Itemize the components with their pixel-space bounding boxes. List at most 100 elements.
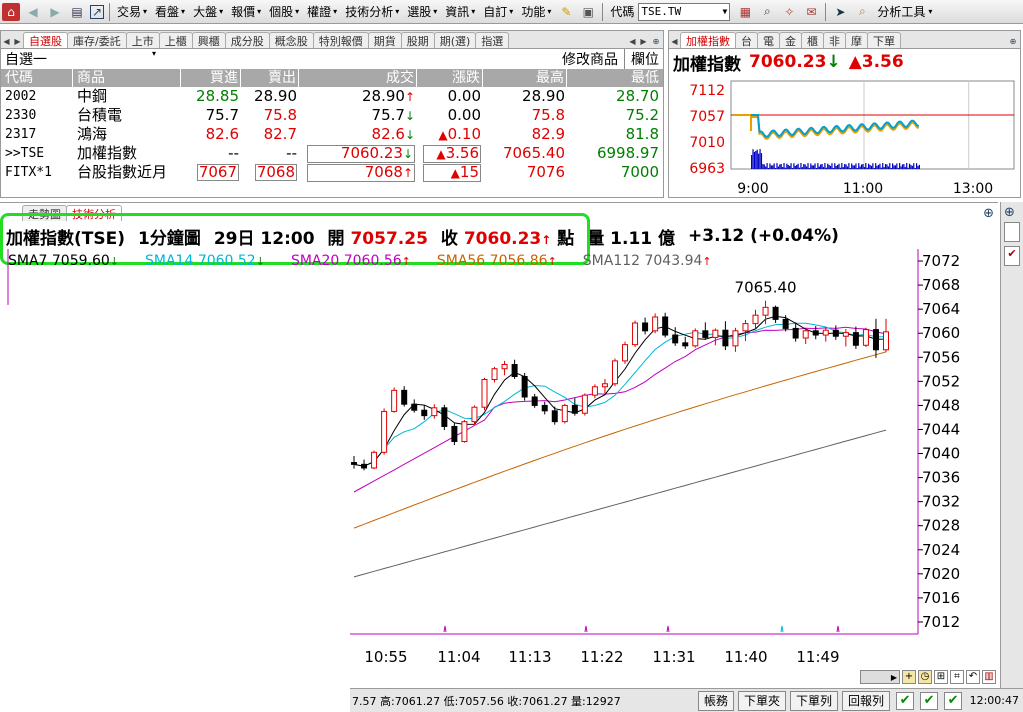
name-value: 鴻海 bbox=[77, 125, 108, 143]
menu-label: 自訂 bbox=[483, 5, 508, 19]
mini-tab-0[interactable]: 加權指數 bbox=[680, 32, 736, 48]
bar-chart-icon[interactable]: ▥ bbox=[982, 670, 996, 684]
tab-scroll-left-icon[interactable]: ◀ bbox=[669, 34, 680, 48]
header-name[interactable]: 商品 bbox=[73, 69, 181, 87]
clock-icon[interactable]: ◷ bbox=[918, 670, 932, 684]
candle bbox=[642, 317, 649, 335]
mini-tab-1[interactable]: 台 bbox=[735, 32, 758, 48]
watchlist-tab-9[interactable]: 股期 bbox=[400, 32, 435, 48]
menu-9[interactable]: 自訂 ▾ bbox=[479, 1, 517, 23]
mini-tab-4[interactable]: 櫃 bbox=[801, 32, 824, 48]
mini-volume-bar bbox=[782, 167, 784, 169]
header-code[interactable]: 代碼 bbox=[1, 69, 73, 87]
crosshair-icon[interactable]: ⊞ bbox=[934, 670, 948, 684]
menu-8[interactable]: 資訊 ▾ bbox=[441, 1, 479, 23]
table-row[interactable]: 2002 中鋼 28.85 28.90 28.90↑ 0.00 28.90 28.70 bbox=[1, 87, 663, 106]
group-selector[interactable]: 自選一 ▾ bbox=[1, 49, 176, 69]
table-row[interactable]: >>TSE 加權指數 -- -- 7060.23↓ ▲3.56 7065.40 6998.97 bbox=[1, 144, 663, 163]
header-bid[interactable]: 買進 bbox=[181, 69, 241, 87]
zoom-icon[interactable]: ⊕ bbox=[1004, 205, 1015, 220]
undo-icon[interactable]: ↶ bbox=[966, 670, 980, 684]
cell-low: 28.70 bbox=[567, 87, 663, 106]
tab-scroll-left-icon[interactable]: ◀ bbox=[1, 34, 12, 48]
zoom-icon[interactable]: ⊕ bbox=[983, 206, 994, 221]
check-icon[interactable]: ✔ bbox=[1004, 246, 1020, 266]
table-row[interactable]: 2317 鴻海 82.6 82.7 82.6↓ ▲0.10 82.9 81.8 bbox=[1, 125, 663, 144]
report-list-button[interactable]: 回報列 bbox=[842, 690, 891, 711]
account-button[interactable]: 帳務 bbox=[698, 690, 735, 711]
header-low[interactable]: 最低 bbox=[567, 69, 663, 87]
tab-scroll-right-icon[interactable]: ▶ bbox=[12, 34, 23, 48]
mini-tab-6[interactable]: 摩 bbox=[845, 32, 868, 48]
menu-7[interactable]: 選股 ▾ bbox=[403, 1, 441, 23]
zoom-icon[interactable]: ⊕ bbox=[649, 34, 663, 48]
analysis-tools-menu[interactable]: 分析工具 ▾ bbox=[873, 1, 936, 23]
header-ask[interactable]: 賣出 bbox=[241, 69, 299, 87]
menu-2[interactable]: 大盤 ▾ bbox=[189, 1, 227, 23]
chart-tab-1[interactable]: 技術分析 bbox=[66, 205, 122, 221]
back-icon[interactable]: ◀ bbox=[24, 3, 42, 21]
chart-tab-0[interactable]: 走勢圖 bbox=[22, 205, 67, 221]
header-high[interactable]: 最高 bbox=[483, 69, 567, 87]
window-icon[interactable]: ▣ bbox=[579, 3, 597, 21]
watchlist-tab-1[interactable]: 庫存/委託 bbox=[67, 32, 127, 48]
side-panel-button[interactable] bbox=[1004, 222, 1020, 242]
modify-items-button[interactable]: 修改商品 bbox=[562, 49, 618, 69]
cursor-icon[interactable]: ➤ bbox=[831, 3, 849, 21]
search-icon[interactable]: ⌕ bbox=[758, 3, 776, 21]
mini-tab-2[interactable]: 電 bbox=[757, 32, 780, 48]
order-folder-button[interactable]: 下單夾 bbox=[738, 690, 787, 711]
mini-volume-bar bbox=[765, 166, 767, 169]
home-icon[interactable]: ⌂ bbox=[2, 2, 20, 21]
watchlist-tab-5[interactable]: 成分股 bbox=[224, 32, 270, 48]
mini-volume-bar bbox=[846, 166, 849, 169]
menu-3[interactable]: 報價 ▾ bbox=[227, 1, 265, 23]
mini-tab-5[interactable]: 非 bbox=[823, 32, 846, 48]
watchlist-tab-7[interactable]: 特別報價 bbox=[312, 32, 369, 48]
chart-scrollbar[interactable]: ▶ bbox=[860, 670, 900, 684]
menu-4[interactable]: 個股 ▾ bbox=[265, 1, 303, 23]
header-last[interactable]: 成交 bbox=[299, 69, 417, 87]
forward-icon[interactable]: ▶ bbox=[46, 3, 64, 21]
order-list-button[interactable]: 下單列 bbox=[790, 690, 839, 711]
watchlist-tab-2[interactable]: 上市 bbox=[125, 32, 160, 48]
mini-tab-3[interactable]: 金 bbox=[779, 32, 802, 48]
popout-icon[interactable]: ↗ bbox=[90, 4, 104, 19]
magic-icon[interactable]: ✧ bbox=[780, 3, 798, 21]
menu-1[interactable]: 看盤 ▾ bbox=[151, 1, 189, 23]
table-row[interactable]: FITX*1 台股指數近月 7067 7068 7068↑ ▲15 7076 7000 bbox=[1, 163, 663, 182]
pen-icon[interactable]: ✎ bbox=[557, 3, 575, 21]
tab-scroll-right-icon[interactable]: ▶ bbox=[638, 34, 649, 48]
header-change[interactable]: 漲跌 bbox=[417, 69, 483, 87]
watchlist-tab-8[interactable]: 期貨 bbox=[367, 32, 402, 48]
watchlist-tab-0[interactable]: 自選股 bbox=[23, 32, 68, 48]
magnifier-icon[interactable]: ⌕ bbox=[853, 3, 871, 21]
candle bbox=[531, 393, 538, 408]
menu-5[interactable]: 權證 ▾ bbox=[303, 1, 341, 23]
chart-tool-icon[interactable]: ▦ bbox=[736, 3, 754, 21]
code-combobox[interactable]: TSE.TW ▼ bbox=[638, 2, 731, 21]
cell-chg: ▲15 bbox=[417, 163, 483, 182]
menu-10[interactable]: 功能 ▾ bbox=[517, 1, 555, 23]
watchlist-tab-10[interactable]: 期(選) bbox=[433, 32, 477, 48]
zoom-icon[interactable]: ⊕ bbox=[1006, 34, 1020, 48]
columns-button[interactable]: 欄位 bbox=[631, 49, 659, 69]
print-icon[interactable]: ▤ bbox=[68, 3, 86, 21]
watchlist-tab-11[interactable]: 指選 bbox=[475, 32, 510, 48]
candle bbox=[611, 358, 618, 387]
check-icon[interactable]: ✔ bbox=[920, 691, 939, 710]
check-icon[interactable]: ✔ bbox=[896, 691, 915, 710]
watchlist-tab-3[interactable]: 上櫃 bbox=[158, 32, 193, 48]
watchlist-tab-4[interactable]: 興櫃 bbox=[191, 32, 226, 48]
menu-6[interactable]: 技術分析 ▾ bbox=[341, 1, 403, 23]
last-value: 75.7↓ bbox=[372, 106, 415, 124]
zoom-in-icon[interactable]: + bbox=[902, 670, 916, 684]
check-icon[interactable]: ✔ bbox=[944, 691, 963, 710]
mini-tab-7[interactable]: 下單 bbox=[867, 32, 901, 48]
fit-icon[interactable]: ⌗ bbox=[950, 670, 964, 684]
table-row[interactable]: 2330 台積電 75.7 75.8 75.7↓ 0.00 75.8 75.2 bbox=[1, 106, 663, 125]
watchlist-tab-6[interactable]: 概念股 bbox=[268, 32, 314, 48]
menu-0[interactable]: 交易 ▾ bbox=[113, 1, 151, 23]
alert-icon[interactable]: ✉ bbox=[802, 3, 820, 21]
tab-scroll-left-icon[interactable]: ◀ bbox=[627, 34, 638, 48]
